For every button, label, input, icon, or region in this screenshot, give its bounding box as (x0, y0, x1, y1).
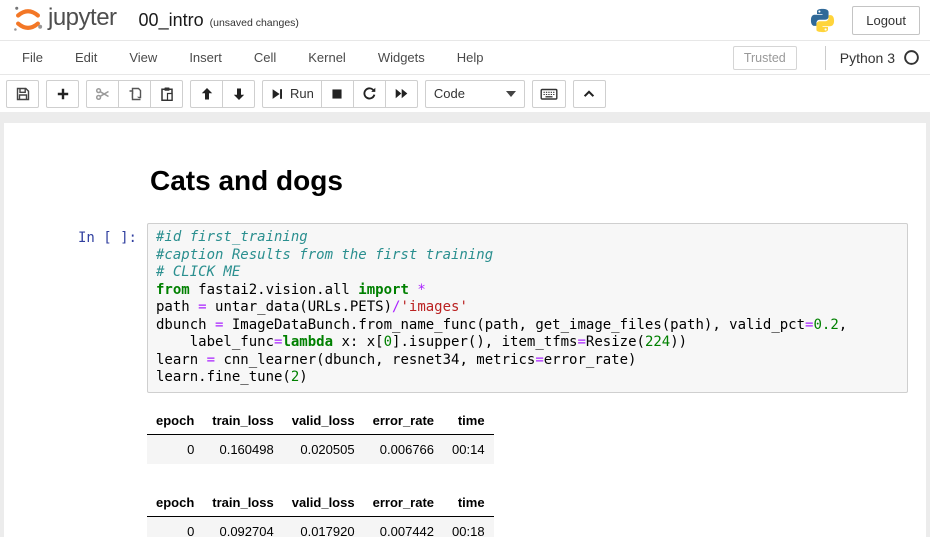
notebook-page: Cats and dogs In [ ]: #id first_training… (4, 123, 926, 537)
menu-file[interactable]: File (6, 41, 59, 74)
menu-insert[interactable]: Insert (173, 41, 238, 74)
paste-icon (159, 86, 175, 102)
code-line: # CLICK ME (156, 264, 899, 282)
code-line: #id first_training (156, 229, 899, 247)
column-header: valid_loss (283, 489, 364, 517)
table-cell: 0.092704 (203, 516, 282, 537)
stop-icon (330, 87, 344, 101)
run-cell-button[interactable]: Run (262, 80, 322, 108)
column-header: time (443, 407, 494, 435)
jupyter-logo[interactable]: jupyter (10, 2, 117, 38)
save-button[interactable] (6, 80, 39, 108)
logout-button[interactable]: Logout (852, 6, 920, 35)
step-forward-icon (270, 87, 284, 101)
toolbar: Run Code (0, 75, 930, 112)
table-row: 00.1604980.0205050.00676600:14 (147, 434, 494, 464)
cell-outputs: epochtrain_lossvalid_losserror_ratetime0… (147, 407, 926, 537)
paste-cell-button[interactable] (150, 80, 183, 108)
code-line: from fastai2.vision.all import * (156, 282, 899, 300)
interrupt-kernel-button[interactable] (321, 80, 354, 108)
menu-kernel[interactable]: Kernel (292, 41, 362, 74)
trusted-badge[interactable]: Trusted (733, 46, 797, 70)
code-line: learn = cnn_learner(dbunch, resnet34, me… (156, 352, 899, 370)
code-editor[interactable]: #id first_training#caption Results from … (147, 223, 908, 393)
divider (825, 46, 826, 70)
save-icon (15, 86, 31, 102)
menu-view[interactable]: View (113, 41, 173, 74)
menu-edit[interactable]: Edit (59, 41, 113, 74)
command-palette-button[interactable] (532, 80, 566, 108)
column-header: valid_loss (283, 407, 364, 435)
training-results-table: epochtrain_lossvalid_losserror_ratetime0… (147, 407, 494, 464)
jupyter-logo-text: jupyter (48, 4, 117, 32)
keyboard-icon (540, 86, 558, 102)
restart-icon (362, 86, 377, 101)
checkpoint-status: (unsaved changes) (210, 17, 299, 29)
table-row: 00.0927040.0179200.00744200:18 (147, 516, 494, 537)
table-cell: 0.017920 (283, 516, 364, 537)
copy-cell-button[interactable] (118, 80, 151, 108)
header: jupyter 00_intro (unsaved changes) Logou… (0, 0, 930, 40)
restart-kernel-button[interactable] (353, 80, 386, 108)
menu-help[interactable]: Help (441, 41, 500, 74)
move-down-icon (231, 86, 247, 102)
notebook-title[interactable]: 00_intro (139, 10, 204, 31)
notebook-background: Cats and dogs In [ ]: #id first_training… (0, 112, 930, 537)
table-cell: 00:14 (443, 434, 494, 464)
cut-cell-button[interactable] (86, 80, 119, 108)
table-cell: 0 (147, 516, 203, 537)
insert-cell-below-button[interactable] (46, 80, 79, 108)
restart-run-all-button[interactable] (385, 80, 418, 108)
python-logo-icon (809, 7, 836, 34)
column-header: epoch (147, 407, 203, 435)
menu-cell[interactable]: Cell (238, 41, 292, 74)
table-cell: 0 (147, 434, 203, 464)
chevron-up-icon (582, 87, 596, 101)
cut-icon (95, 86, 111, 102)
code-cell: In [ ]: #id first_training#caption Resul… (4, 223, 926, 393)
table-cell: 0.006766 (364, 434, 443, 464)
input-prompt: In [ ]: (4, 223, 147, 246)
column-header: error_rate (364, 407, 443, 435)
move-cell-up-button[interactable] (190, 80, 223, 108)
code-line: learn.fine_tune(2) (156, 369, 899, 387)
add-cell-icon (55, 86, 71, 102)
code-line: path = untar_data(URLs.PETS)/'images' (156, 299, 899, 317)
kernel-idle-icon (903, 49, 920, 66)
table-cell: 0.160498 (203, 434, 282, 464)
column-header: train_loss (203, 407, 282, 435)
menu-bar-items: FileEditViewInsertCellKernelWidgetsHelp (6, 41, 500, 74)
move-up-icon (199, 86, 215, 102)
move-cell-down-button[interactable] (222, 80, 255, 108)
column-header: train_loss (203, 489, 282, 517)
column-header: time (443, 489, 494, 517)
training-results-table: epochtrain_lossvalid_losserror_ratetime0… (147, 489, 494, 537)
table-cell: 0.020505 (283, 434, 364, 464)
table-cell: 00:18 (443, 516, 494, 537)
column-header: error_rate (364, 489, 443, 517)
code-line: dbunch = ImageDataBunch.from_name_func(p… (156, 317, 899, 335)
run-button-label: Run (290, 86, 314, 101)
menu-bar: FileEditViewInsertCellKernelWidgetsHelp … (0, 40, 930, 75)
cell-type-value: Code (434, 86, 506, 101)
table-cell: 0.007442 (364, 516, 443, 537)
code-line: label_func=lambda x: x[0].isupper(), ite… (156, 334, 899, 352)
caret-down-icon (506, 91, 516, 97)
restart-run-all-icon (394, 86, 409, 101)
collapse-toolbar-button[interactable] (573, 80, 606, 108)
code-line: #caption Results from the first training (156, 247, 899, 265)
kernel-name: Python 3 (840, 50, 895, 66)
markdown-heading[interactable]: Cats and dogs (150, 165, 926, 197)
menu-widgets[interactable]: Widgets (362, 41, 441, 74)
cell-type-dropdown[interactable]: Code (425, 80, 525, 108)
jupyter-logo-icon (10, 2, 46, 38)
copy-icon (127, 86, 143, 102)
column-header: epoch (147, 489, 203, 517)
